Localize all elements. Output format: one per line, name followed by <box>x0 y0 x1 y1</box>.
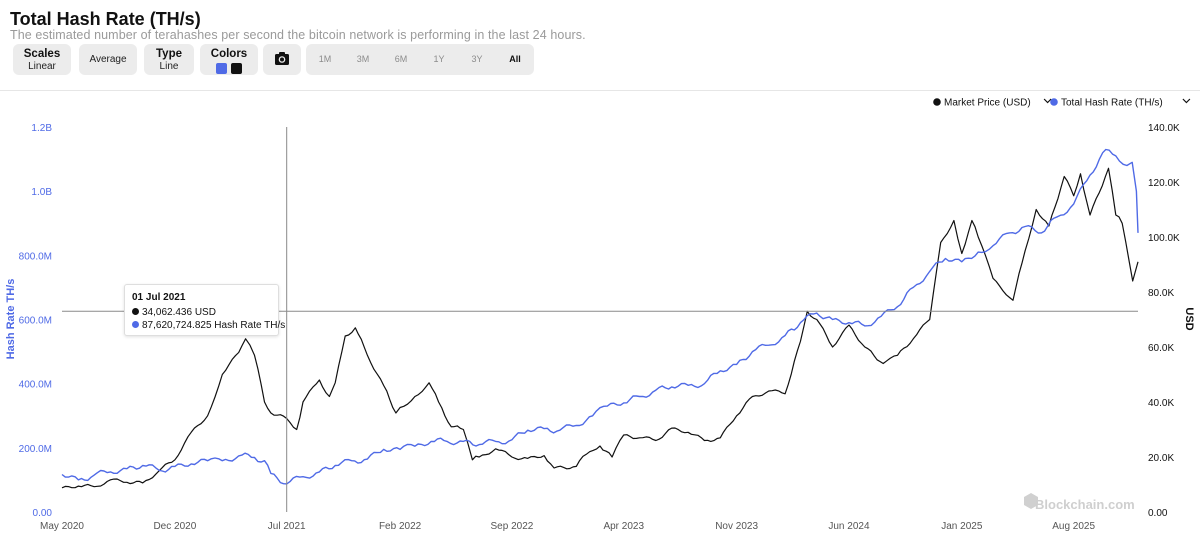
chevron-down-icon <box>1182 98 1191 104</box>
legend-label: Market Price (USD) <box>944 98 1031 109</box>
tooltip-hash-dot <box>132 321 139 328</box>
tooltip-hash-value: 87,620,724.825 Hash Rate TH/s <box>142 320 286 331</box>
x-tick-label: Sep 2022 <box>491 521 534 532</box>
y-right-tick-label: 20.0K <box>1148 453 1174 464</box>
x-tick-label: Aug 2025 <box>1052 521 1095 532</box>
watermark-text: Blockchain.com <box>1035 497 1135 512</box>
tooltip-price-dot <box>132 308 139 315</box>
watermark: Blockchain.com <box>1024 493 1135 512</box>
x-axis: May 2020 Dec 2020 Jul 2021 Feb 2022 Sep 2022… <box>40 521 1095 532</box>
y-left-tick-label: 800.0M <box>19 251 52 262</box>
y-left-tick-label: 400.0M <box>19 380 52 391</box>
tooltip-date: 01 Jul 2021 <box>132 292 186 303</box>
x-tick-label: Jul 2021 <box>268 521 306 532</box>
y-right-tick-label: 100.0K <box>1148 233 1180 244</box>
x-tick-label: Jun 2024 <box>828 521 870 532</box>
legend: Market Price (USD) Total Hash Rate (TH/s) <box>933 98 1191 109</box>
y-right-tick-label: 0.00 <box>1148 508 1168 519</box>
y-left-tick-label: 1.0B <box>31 187 52 198</box>
y-right-tick-label: 80.0K <box>1148 288 1174 299</box>
tooltip-price-row: 34,062.436 USD <box>132 307 216 318</box>
x-tick-label: Apr 2023 <box>603 521 644 532</box>
chevron-down-icon <box>1043 98 1052 104</box>
y-right-tick-label: 140.0K <box>1148 123 1180 134</box>
y-axis-left: 0.00 200.0M 400.0M 600.0M 800.0M 1.0B 1.2B <box>19 123 53 519</box>
legend-item-hash-rate[interactable]: Total Hash Rate (TH/s) <box>1050 98 1191 109</box>
legend-item-market-price[interactable]: Market Price (USD) <box>933 98 1052 109</box>
y-left-tick-label: 0.00 <box>33 508 53 519</box>
y-right-tick-label: 40.0K <box>1148 398 1174 409</box>
y-left-tick-label: 1.2B <box>31 123 52 134</box>
page: Total Hash Rate (TH/s) The estimated num… <box>0 0 1200 541</box>
legend-dot <box>933 98 941 106</box>
tooltip: 01 Jul 2021 34,062.436 USD 87,620,724.82… <box>124 284 285 336</box>
x-tick-label: Jan 2025 <box>941 521 983 532</box>
x-tick-label: May 2020 <box>40 521 84 532</box>
tooltip-hash-row: 87,620,724.825 Hash Rate TH/s <box>132 320 285 331</box>
legend-dot <box>1050 98 1058 106</box>
x-tick-label: Feb 2022 <box>379 521 422 532</box>
x-tick-label: Nov 2023 <box>715 521 758 532</box>
y-left-tick-label: 600.0M <box>19 316 52 327</box>
hash-rate-chart[interactable]: 0.00 200.0M 400.0M 600.0M 800.0M 1.0B 1.2B 0.0… <box>0 0 1200 541</box>
y-right-tick-label: 120.0K <box>1148 178 1180 189</box>
legend-label: Total Hash Rate (TH/s) <box>1061 98 1163 109</box>
y-right-tick-label: 60.0K <box>1148 343 1174 354</box>
x-tick-label: Dec 2020 <box>153 521 196 532</box>
y-left-tick-label: 200.0M <box>19 444 52 455</box>
y-axis-left-label: Hash Rate TH/s <box>5 279 17 360</box>
tooltip-price-value: 34,062.436 USD <box>142 307 216 318</box>
y-axis-right: 0.00 20.0K 40.0K 60.0K 80.0K 100.0K 120.0K 140.… <box>1148 123 1180 519</box>
y-axis-right-label: USD <box>1183 307 1195 330</box>
